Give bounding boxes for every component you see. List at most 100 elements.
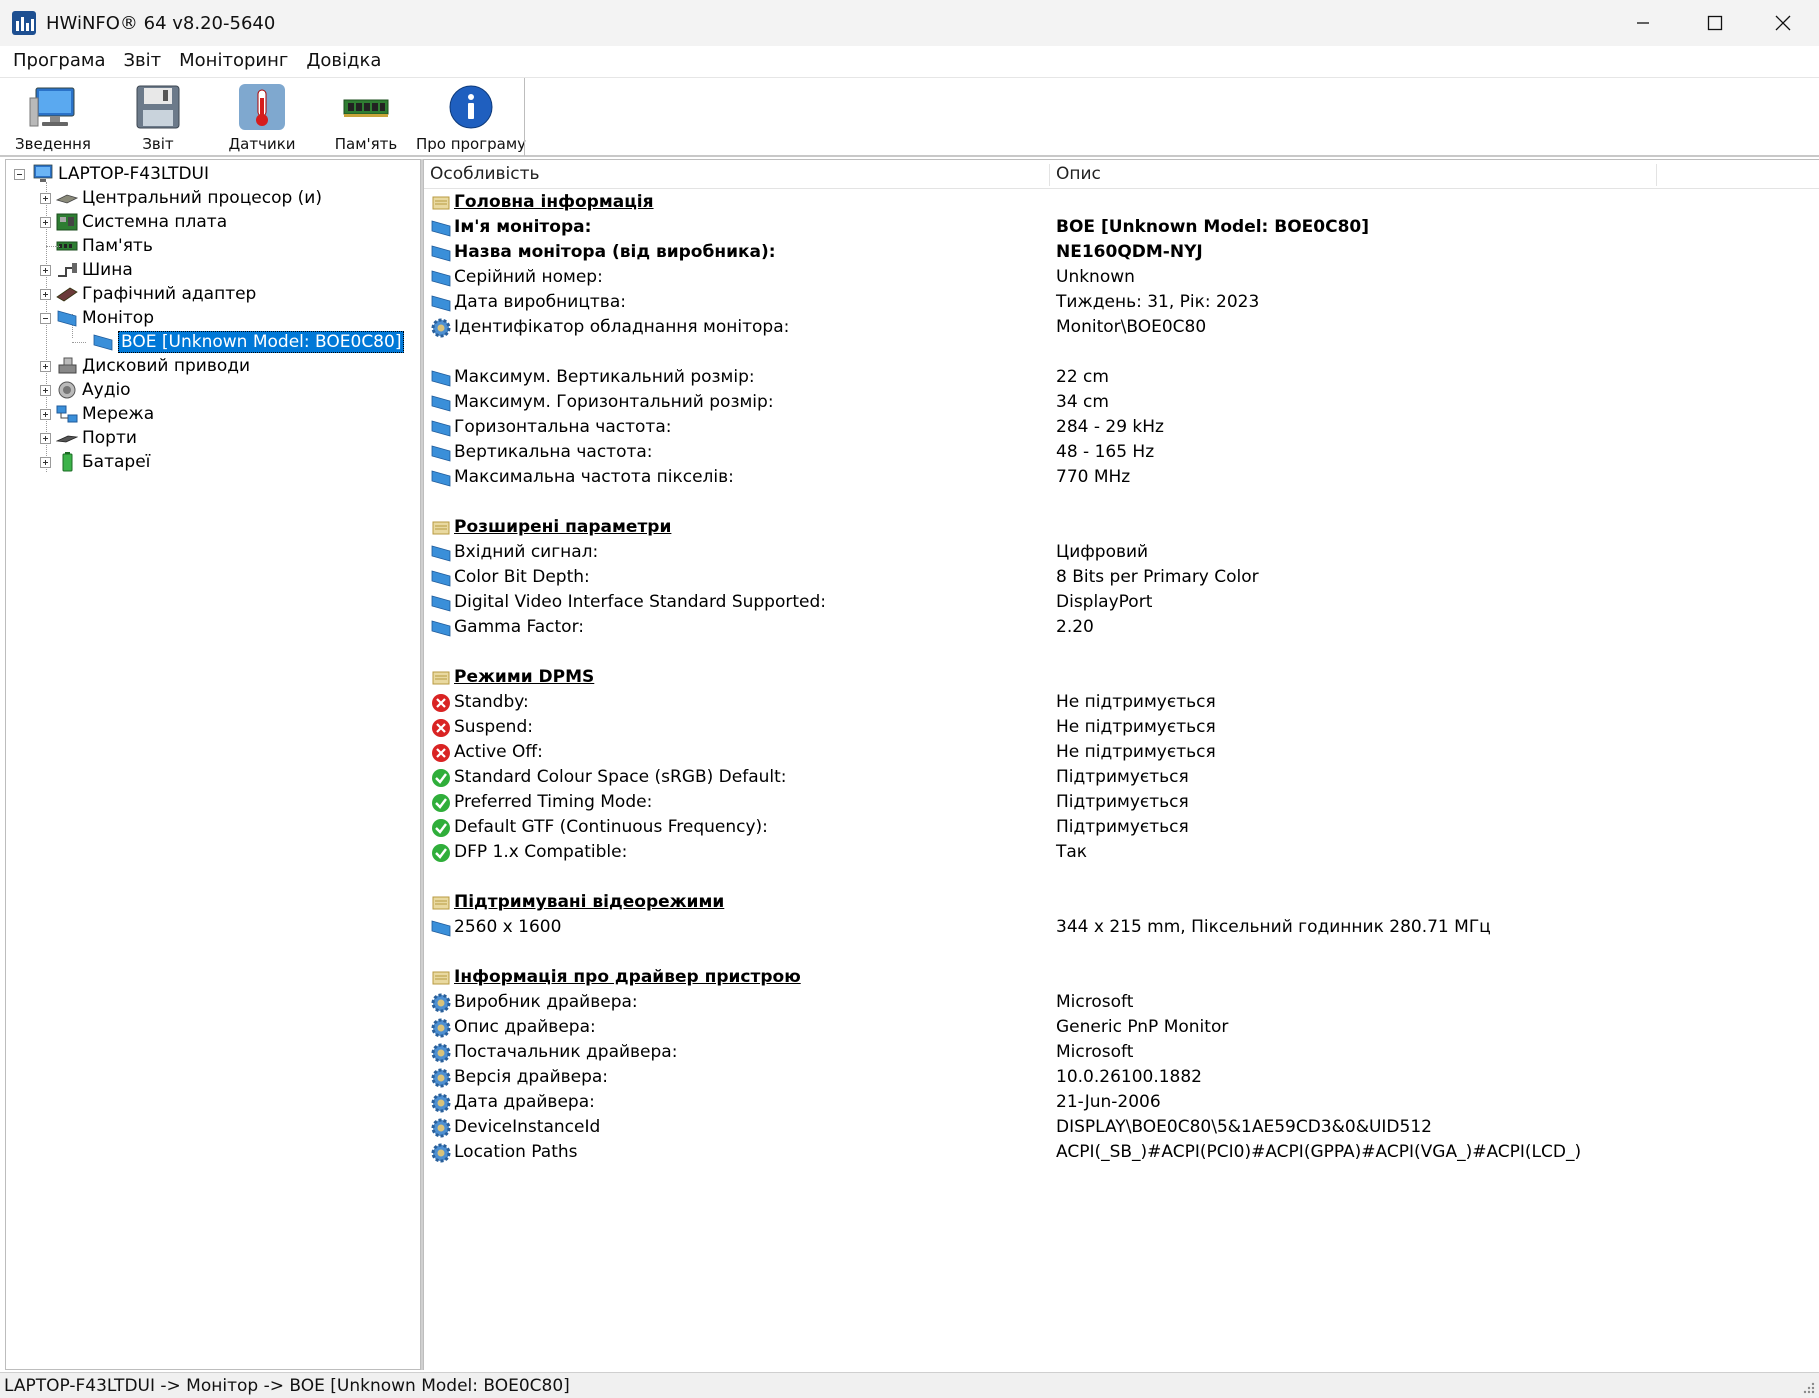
column-header: Особливість Опис	[424, 160, 1819, 189]
tree-item-audio[interactable]: Аудіо	[40, 378, 131, 402]
detail-row[interactable]: Gamma Factor: 2.20	[424, 613, 1819, 642]
detail-row[interactable]: DFP 1.x Compatible: Так	[424, 838, 1819, 867]
port-icon	[56, 428, 78, 448]
tree-item-network[interactable]: Мережа	[40, 402, 154, 426]
monitor-icon	[430, 417, 452, 439]
monitor-icon	[430, 292, 452, 314]
close-button[interactable]	[1747, 0, 1819, 46]
gpu-icon	[56, 284, 78, 304]
device-tree[interactable]: LAPTOP-F43LTDUI Центральний процесор (и)…	[5, 159, 421, 1370]
tree-root[interactable]: LAPTOP-F43LTDUI	[14, 162, 209, 186]
supported-icon	[430, 842, 452, 864]
device-gear-icon	[430, 1042, 452, 1064]
drive-icon	[56, 356, 78, 376]
feature-label: Gamma Factor:	[454, 617, 584, 637]
menu-help[interactable]: Довідка	[297, 46, 390, 76]
expand-icon[interactable]	[40, 217, 51, 228]
tree-item-ports[interactable]: Порти	[40, 426, 137, 450]
monitor-icon	[430, 242, 452, 264]
monitor-icon	[430, 617, 452, 639]
motherboard-icon	[56, 212, 78, 232]
about-button[interactable]: Про програму	[416, 78, 526, 156]
collapse-icon[interactable]	[14, 169, 25, 180]
column-description-header[interactable]: Опис	[1050, 160, 1101, 189]
status-breadcrumb: LAPTOP-F43LTDUI -> Монітор -> BOE [Unkno…	[4, 1375, 570, 1396]
tree-item-monitor[interactable]: Монітор	[40, 306, 154, 330]
bus-icon	[56, 260, 78, 280]
device-gear-icon	[430, 1092, 452, 1114]
feature-label: Ідентифікатор обладнання монітора:	[454, 317, 790, 337]
expand-icon[interactable]	[40, 193, 51, 204]
minimize-icon	[1637, 22, 1649, 24]
expand-icon[interactable]	[40, 265, 51, 276]
monitor-icon	[430, 217, 452, 239]
toolbar: Зведення Звіт Датчики Пам'ять Про програ…	[0, 77, 1819, 157]
section-icon	[430, 517, 452, 539]
section-icon	[430, 192, 452, 214]
section-icon	[430, 667, 452, 689]
expand-icon[interactable]	[40, 457, 51, 468]
monitor-icon	[430, 442, 452, 464]
collapse-icon[interactable]	[40, 313, 51, 324]
detail-row[interactable]: Ідентифікатор обладнання монітора: Monito…	[424, 313, 1819, 342]
report-button[interactable]: Звіт	[106, 78, 210, 156]
detail-row[interactable]: Location Paths ACPI(_SB_)#ACPI(PCI0)#ACPI…	[424, 1138, 1819, 1167]
expand-icon[interactable]	[40, 289, 51, 300]
sensors-button[interactable]: Датчики	[210, 78, 314, 156]
tree-item-bus[interactable]: Шина	[40, 258, 133, 282]
section-icon	[430, 967, 452, 989]
menu-monitoring[interactable]: Моніторинг	[170, 46, 297, 76]
maximize-button[interactable]	[1679, 0, 1751, 46]
tree-item-boe-monitor[interactable]: BOE [Unknown Model: BOE0C80]	[68, 330, 405, 354]
expand-icon[interactable]	[40, 409, 51, 420]
detail-row[interactable]: Максимальна частота пікселів: 770 MHz	[424, 463, 1819, 492]
monitor-icon	[430, 467, 452, 489]
tree-item-memory[interactable]: Пам'ять	[40, 234, 153, 258]
monitor-icon	[430, 367, 452, 389]
monitor-icon	[430, 267, 452, 289]
description-value: 770 MHz	[1056, 467, 1131, 487]
menu-bar: Програма Звіт Моніторинг Довідка	[0, 46, 1819, 76]
menu-report[interactable]: Звіт	[115, 46, 171, 76]
expand-icon[interactable]	[40, 385, 51, 396]
tree-item-cpu[interactable]: Центральний процесор (и)	[40, 186, 322, 210]
not-supported-icon	[430, 692, 452, 714]
thermometer-icon	[237, 84, 287, 130]
expand-icon[interactable]	[40, 361, 51, 372]
monitor-icon	[56, 308, 78, 328]
description-value: Monitor\BOE0C80	[1056, 317, 1207, 337]
resize-grip-icon[interactable]	[1801, 1380, 1815, 1394]
feature-label: Location Paths	[454, 1142, 578, 1162]
device-gear-icon	[430, 1117, 452, 1139]
description-value: 344 x 215 mm, Піксельний годинник 280.71…	[1056, 917, 1491, 937]
not-supported-icon	[430, 717, 452, 739]
device-gear-icon	[430, 1142, 452, 1164]
speaker-icon	[56, 380, 78, 400]
computer-icon	[28, 84, 78, 130]
column-feature-header[interactable]: Особливість	[424, 160, 540, 189]
expand-icon[interactable]	[40, 433, 51, 444]
hwinfo-app-icon	[12, 11, 36, 35]
description-value: Так	[1056, 842, 1088, 862]
supported-icon	[430, 792, 452, 814]
info-icon	[446, 84, 496, 130]
monitor-icon	[430, 392, 452, 414]
monitor-icon	[430, 917, 452, 939]
tree-item-batteries[interactable]: Батареї	[40, 450, 150, 474]
minimize-button[interactable]	[1607, 0, 1679, 46]
summary-button[interactable]: Зведення	[0, 78, 106, 156]
selected-tree-label: BOE [Unknown Model: BOE0C80]	[118, 331, 405, 353]
monitor-icon	[430, 567, 452, 589]
section-icon	[430, 892, 452, 914]
cpu-icon	[56, 188, 78, 208]
feature-label: DFP 1.x Compatible:	[454, 842, 628, 862]
monitor-icon	[430, 592, 452, 614]
memory-button[interactable]: Пам'ять	[314, 78, 418, 156]
tree-item-gpu[interactable]: Графічний адаптер	[40, 282, 256, 306]
tree-item-drives[interactable]: Дисковий приводи	[40, 354, 250, 378]
menu-program[interactable]: Програма	[4, 46, 115, 76]
title-bar: HWiNFO® 64 v8.20-5640	[0, 0, 1819, 46]
tree-item-motherboard[interactable]: Системна плата	[40, 210, 227, 234]
feature-label: Максимальна частота пікселів:	[454, 467, 734, 487]
detail-row[interactable]: 2560 x 1600 344 x 215 mm, Піксельний годи…	[424, 913, 1819, 942]
